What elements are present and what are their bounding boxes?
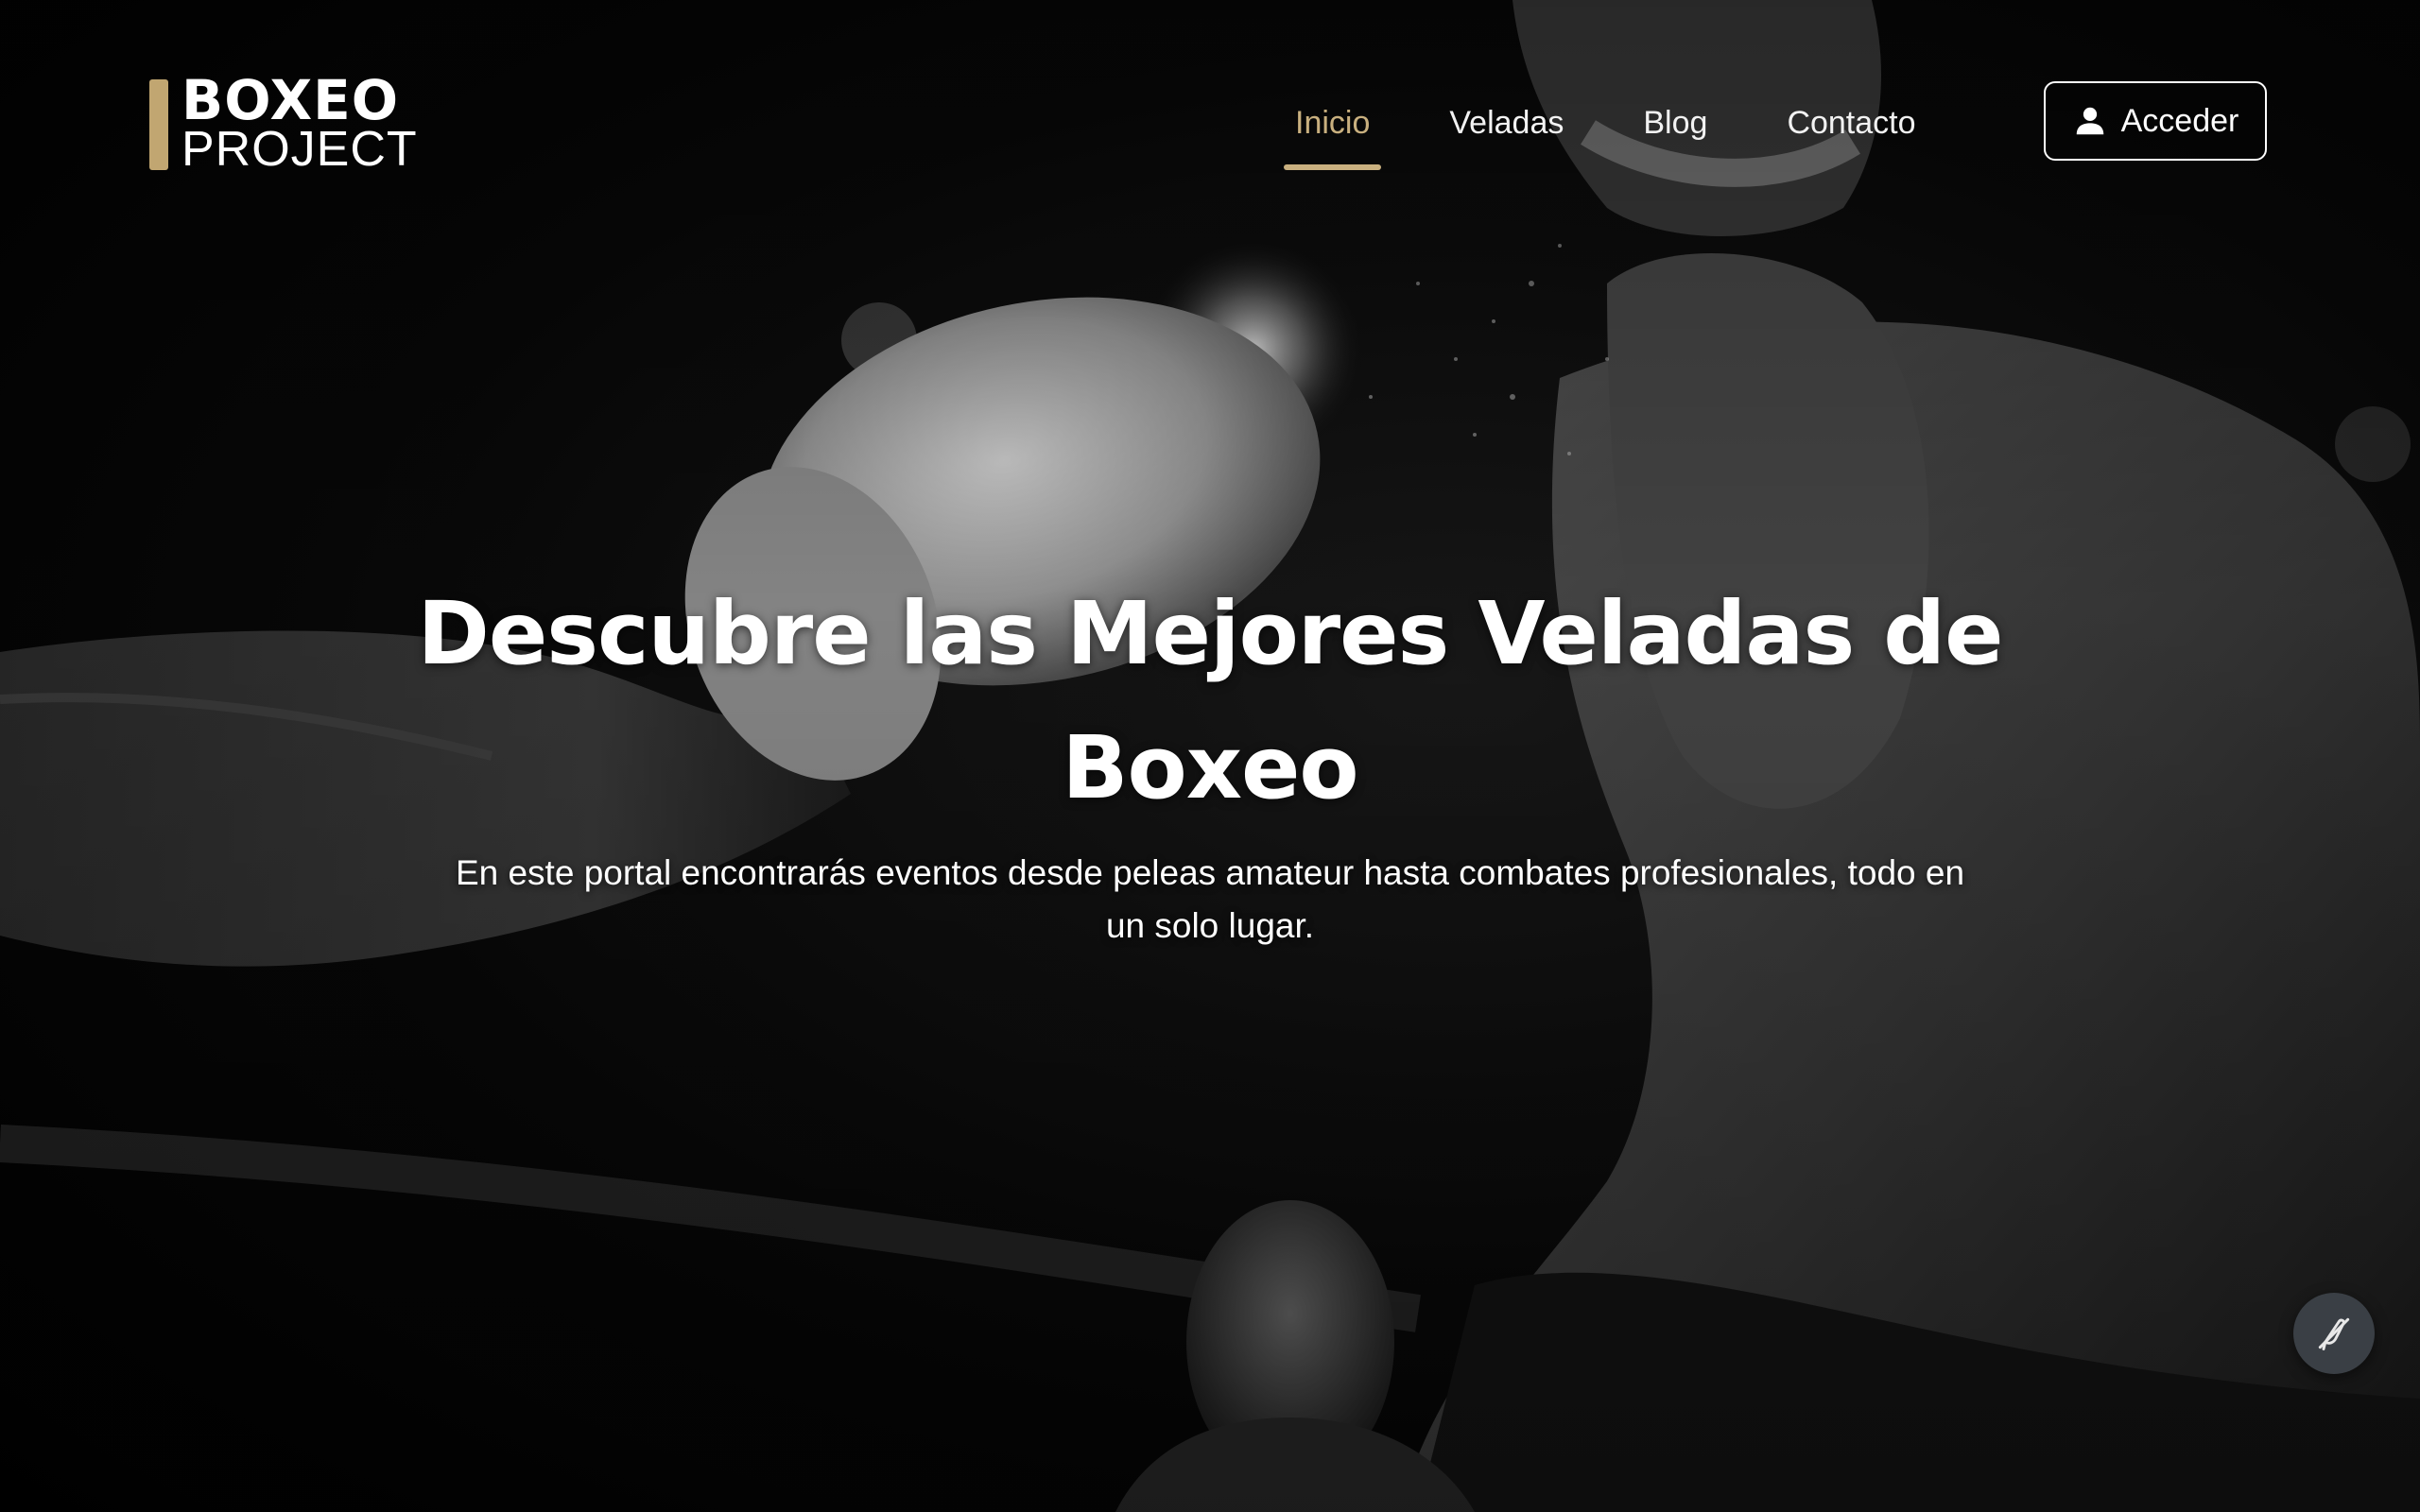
nav-item-contacto[interactable]: Contacto: [1787, 96, 1915, 149]
login-label: Acceder: [2120, 102, 2239, 139]
logo-accent-bar: [149, 79, 168, 170]
nav-item-label: Blog: [1643, 105, 1708, 141]
site-header: BOXEO PROJECT Inicio Veladas Blog Contac…: [0, 0, 2420, 246]
nav-item-label: Inicio: [1295, 105, 1371, 141]
login-button[interactable]: Acceder: [2044, 81, 2267, 161]
nav-item-label: Veladas: [1449, 105, 1564, 141]
hero-subtitle: En este portal encontrarás eventos desde…: [455, 853, 1965, 945]
slashed-pen-icon: [2318, 1317, 2350, 1350]
hero-title: Descubre las Mejores Veladas de Boxeo: [417, 583, 2003, 818]
nav-item-blog[interactable]: Blog: [1643, 96, 1707, 149]
user-icon: [2076, 107, 2103, 135]
nav-item-label: Contacto: [1787, 105, 1916, 141]
hero-section: Descubre las Mejores Veladas de Boxeo En…: [359, 567, 2061, 953]
logo-word-project: PROJECT: [182, 122, 418, 177]
nav-item-veladas[interactable]: Veladas: [1449, 96, 1564, 149]
main-nav: Inicio Veladas Blog Contacto: [1284, 94, 1996, 170]
logo[interactable]: BOXEO PROJECT: [149, 70, 424, 177]
floating-action-button[interactable]: [2293, 1293, 2375, 1374]
nav-item-inicio[interactable]: Inicio: [1284, 96, 1382, 170]
nav-active-indicator: [1284, 164, 1382, 170]
